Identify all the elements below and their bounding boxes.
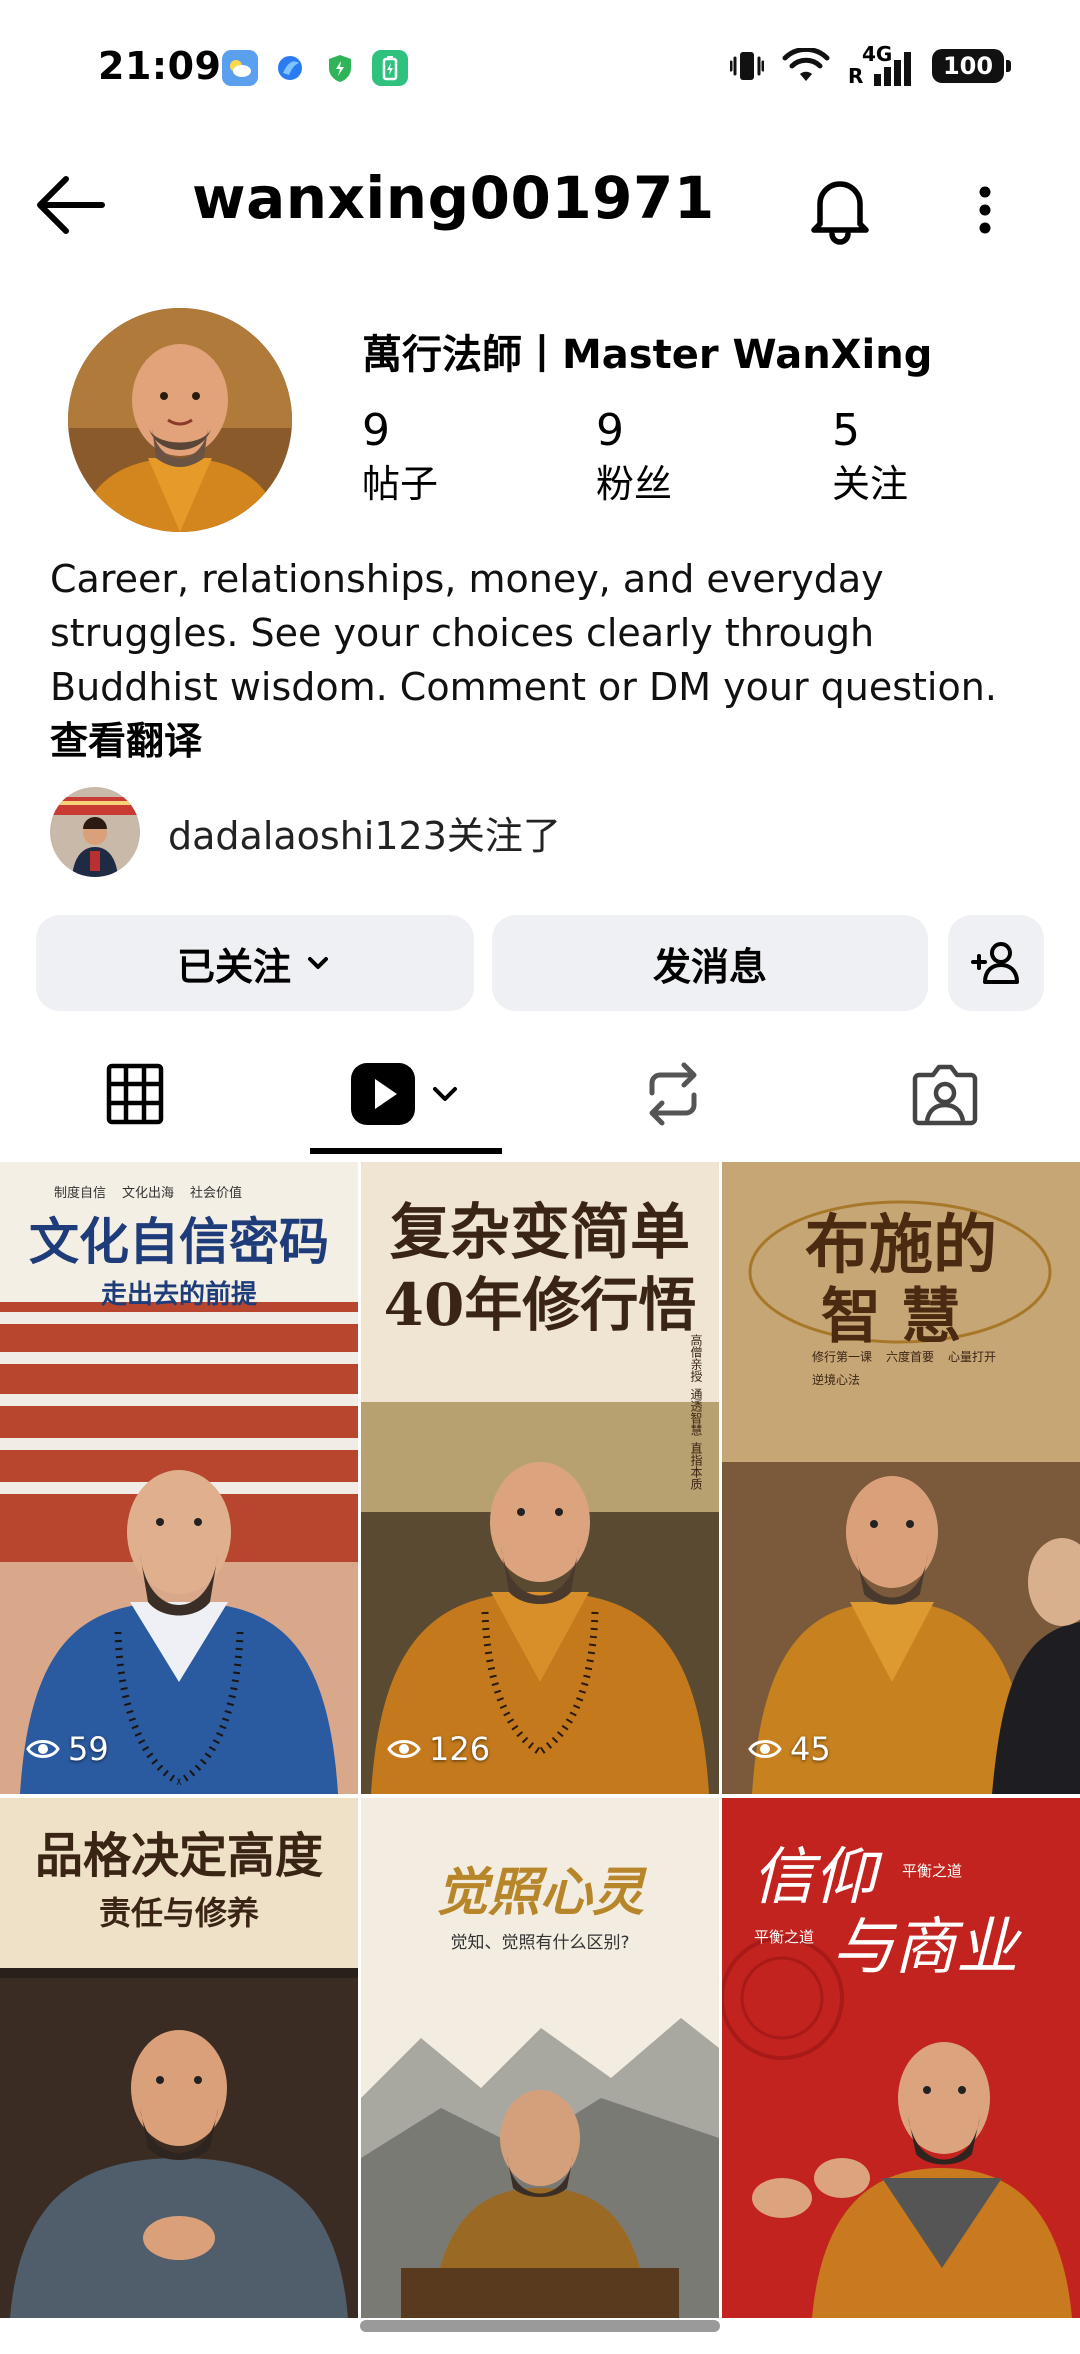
eye-icon [748,1740,782,1758]
security-shield-icon [322,50,358,86]
post-subtitle: 走出去的前提 [100,1280,257,1310]
view-count: 45 [748,1730,831,1768]
more-options-button[interactable] [955,170,1015,250]
post-subtitle: 责任与修养 [98,1894,259,1932]
message-button-label: 发消息 [652,944,767,989]
status-time: 21:09 [98,44,222,88]
post-title-line2: 与商业 [832,1910,1019,1983]
tab-posts-grid[interactable] [60,1030,210,1158]
post-tag: 心量打开 [948,1350,997,1364]
battery-saver-app-icon [372,50,408,86]
reels-play-icon [351,1063,415,1125]
reel-thumbnail[interactable]: 信仰 与商业 平衡之道 平衡之道 [722,1798,1080,2318]
post-tag: 高僧亲授 [689,1334,703,1382]
post-tag: 平衡之道 [902,1862,963,1880]
roaming-label: R [848,64,864,88]
post-tag: 平衡之道 [754,1928,815,1946]
profile-header: wanxing001971 [0,150,1080,260]
chevron-down-icon [308,957,328,969]
add-user-icon [971,942,1019,984]
post-title-line2: 智慧 [821,1282,981,1352]
view-count: 126 [387,1730,490,1768]
stat-following-count: 5 [832,405,860,456]
reel-thumbnail[interactable]: 制度自信 文化出海 社会价值 文化自信密码 走出去的前提 59 [0,1162,358,1794]
content-tabs [0,1030,1080,1160]
vibrate-icon [730,52,764,80]
post-title: 品格决定高度 [34,1828,323,1884]
view-count-value: 45 [790,1730,831,1768]
battery-indicator: 100 [932,49,1011,83]
followed-by-text: dadalaoshi123关注了 [168,813,561,858]
tab-reels[interactable] [310,1030,502,1158]
back-button[interactable] [30,170,110,240]
post-title-line2: 40年修行悟 [383,1271,697,1339]
reel-thumbnail[interactable]: 品格决定高度 责任与修养 [0,1798,358,2318]
post-title: 觉照心灵 [435,1862,644,1923]
following-button[interactable]: 已关注 [36,915,474,1011]
post-title: 文化自信密码 [29,1212,329,1271]
grid-icon [106,1063,164,1125]
stat-posts-label: 帖子 [362,462,439,506]
tagged-person-icon [912,1064,978,1126]
reel-thumbnail[interactable]: 复杂变简单 40年修行悟 高僧亲授 通透智慧 直指本质 126 [361,1162,719,1794]
reel-thumbnail[interactable]: 布施的 智慧 修行第一课 六度首要 心量打开 逆境心法 45 [722,1162,1080,1794]
active-tab-indicator [310,1148,502,1154]
post-tag: 制度自信 [54,1186,107,1201]
stat-posts[interactable]: 9 帖子 [362,404,522,510]
suggest-users-button[interactable] [948,915,1044,1011]
more-vertical-icon [979,186,991,234]
view-count-value: 59 [68,1730,109,1768]
post-tag: 社会价值 [190,1186,243,1201]
follower-avatar [50,787,140,877]
post-tag: 文化出海 [122,1186,175,1201]
post-tags: 修行第一课 六度首要 心量打开 逆境心法 [812,1348,1032,1388]
profile-display-name: 萬行法師丨Master WanXing [362,332,933,378]
chevron-down-icon [433,1087,457,1101]
profile-bio: Career, relationships, money, and everyd… [50,557,997,709]
stat-followers-label: 粉丝 [596,462,673,506]
message-button[interactable]: 发消息 [492,915,928,1011]
see-translation-link[interactable]: 查看翻译 [50,710,202,765]
stat-following[interactable]: 5 关注 [832,404,992,510]
profile-avatar[interactable] [68,308,292,532]
profile-username: wanxing001971 [192,164,715,232]
following-button-label: 已关注 [176,944,291,989]
home-indicator-bar[interactable] [360,2320,720,2332]
status-bar: 21:09 R 4G 100 [0,0,1080,140]
stat-following-label: 关注 [832,462,909,506]
notifications-button[interactable] [800,168,880,248]
browser-app-icon [272,50,308,86]
post-tag: 修行第一课 [812,1350,873,1364]
post-tags: 制度自信 文化出海 社会价值 [54,1182,242,1201]
weather-app-icon [222,50,258,86]
view-count: 59 [26,1730,109,1768]
tab-reposts[interactable] [598,1030,748,1158]
post-tag: 六度首要 [886,1350,935,1364]
followed-by-row[interactable]: dadalaoshi123关注了 [50,786,561,878]
cellular-signal: R 4G [848,42,914,88]
view-count-value: 126 [429,1730,491,1768]
status-notification-icons [222,50,408,86]
arrow-left-icon [37,176,105,234]
stat-followers-count: 9 [596,405,624,456]
stat-followers[interactable]: 9 粉丝 [596,404,756,510]
post-tag: 通透智慧 [689,1388,703,1436]
repost-icon [649,1062,697,1126]
wifi-icon [782,48,830,81]
post-subtitle: 觉知、觉照有什么区别? [450,1933,630,1953]
post-tag: 逆境心法 [812,1373,861,1387]
tab-tagged[interactable] [870,1030,1020,1158]
eye-icon [387,1740,421,1758]
status-system-icons: R 4G 100 [730,42,1011,88]
post-tags: 高僧亲授 通透智慧 直指本质 [688,1334,705,1490]
post-tag: 直指本质 [689,1442,703,1490]
signal-bars-icon [874,52,911,86]
stat-posts-count: 9 [362,405,390,456]
reel-thumbnail[interactable]: 觉照心灵 觉知、觉照有什么区别? [361,1798,719,2318]
eye-icon [26,1740,60,1758]
bell-icon [811,181,869,245]
